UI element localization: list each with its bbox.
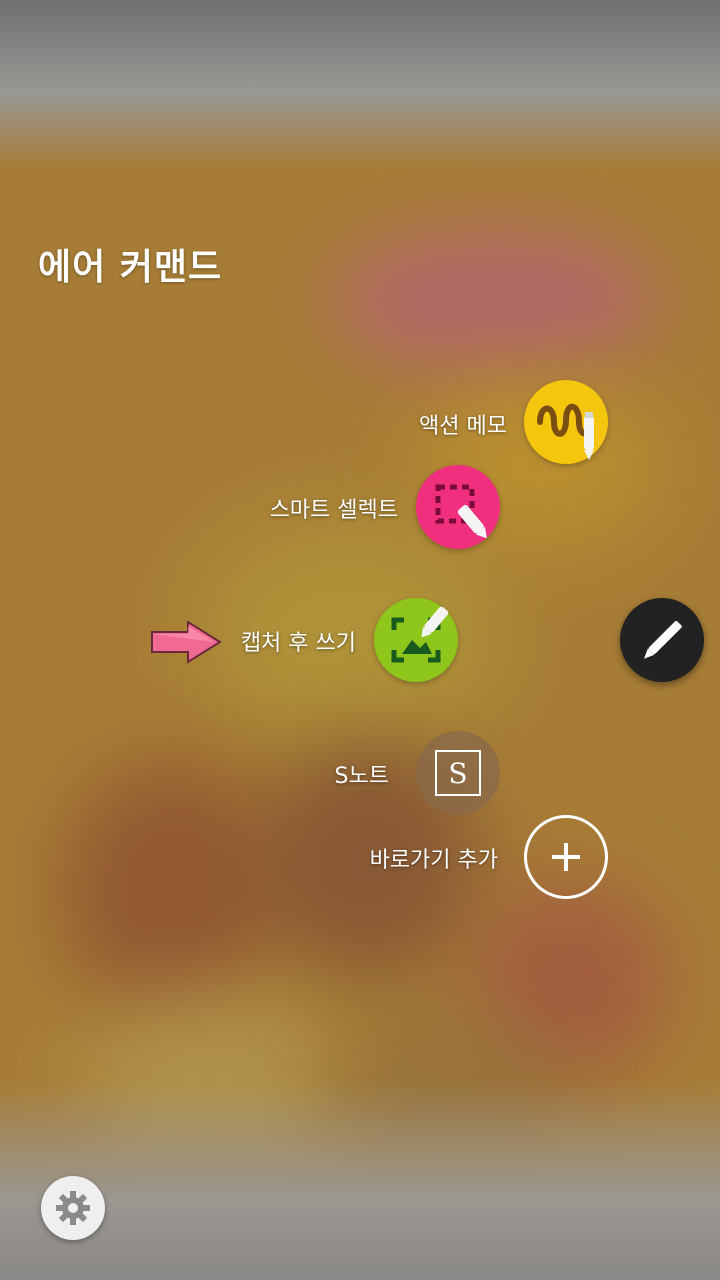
add-shortcut-label: 바로가기 추가 [369, 848, 498, 873]
capture-write-icon[interactable] [374, 598, 458, 682]
blurred-background [0, 0, 720, 1280]
smart-select-label: 스마트 셀렉트 [269, 498, 398, 523]
gear-icon [56, 1191, 90, 1225]
settings-button[interactable] [41, 1176, 105, 1240]
air-command-pen-button[interactable] [620, 598, 704, 682]
pen-icon [643, 621, 682, 659]
capture-write-label: 캡처 후 쓰기 [240, 631, 356, 656]
plus-icon[interactable] [524, 815, 608, 899]
dashed-select-pen-icon[interactable] [416, 465, 500, 549]
squiggle-pen-icon[interactable] [524, 380, 608, 464]
pink-arrow-icon [151, 620, 222, 664]
action-memo-label: 액션 메모 [419, 414, 507, 439]
page-title: 에어 커맨드 [38, 247, 223, 288]
s-note-icon[interactable]: S [416, 731, 500, 815]
s-note-letter: S [448, 757, 467, 790]
s-note-label: S노트 [334, 764, 389, 789]
